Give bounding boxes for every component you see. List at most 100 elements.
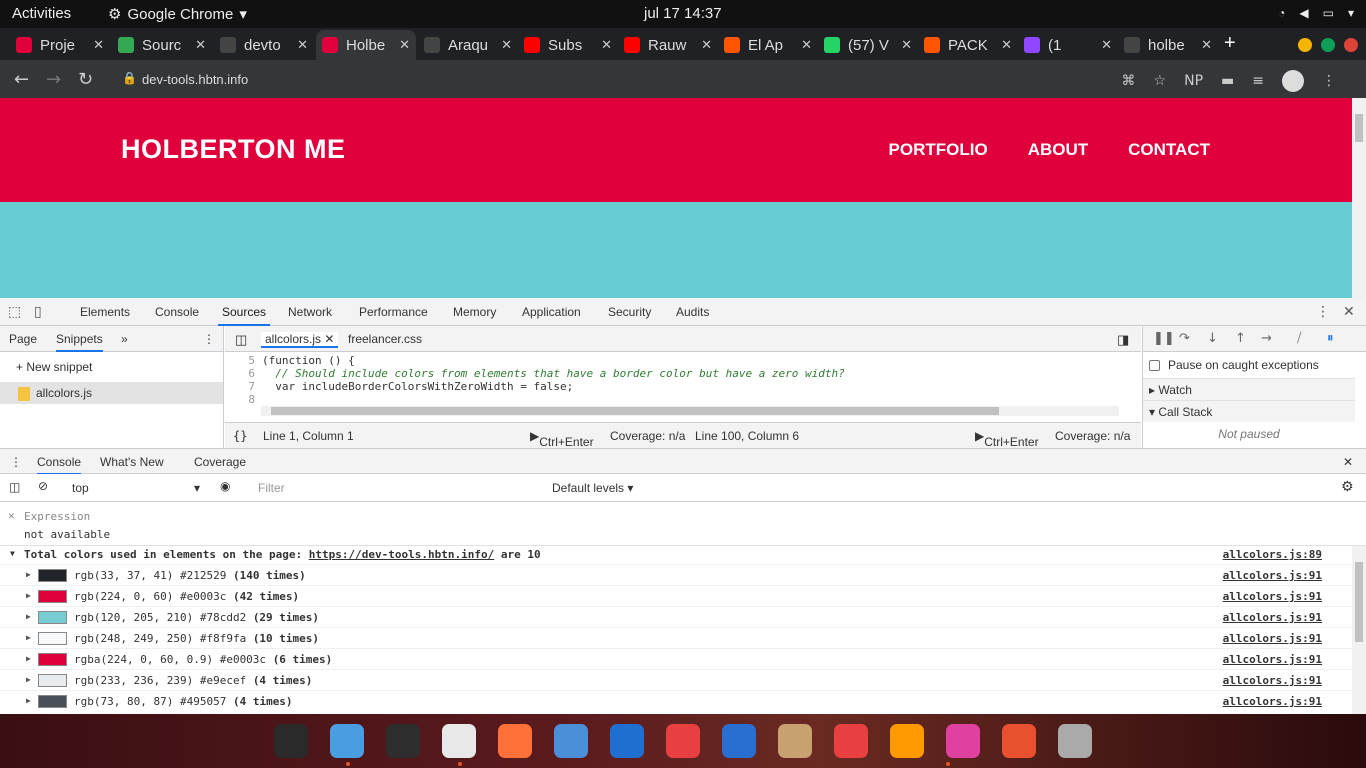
inspect-icon[interactable]: ⬚: [8, 304, 21, 320]
filter-input[interactable]: Filter: [248, 478, 544, 498]
browser-tab[interactable]: devto ✕: [214, 30, 314, 60]
drawer-tab-coverage[interactable]: Coverage: [194, 455, 246, 469]
close-tab-icon[interactable]: ✕: [1001, 37, 1012, 53]
close-tab-icon[interactable]: ✕: [1101, 37, 1112, 53]
new-tab-button[interactable]: +: [1224, 32, 1236, 55]
close-tab-icon[interactable]: ✕: [399, 37, 410, 53]
expand-icon[interactable]: ▶: [26, 570, 31, 579]
console-row[interactable]: ▶ rgb(224, 0, 60) #e0003c (42 times) allco…: [0, 585, 1352, 606]
console-group[interactable]: ▼ Total colors used in elements on the p…: [0, 546, 1352, 564]
editor-tab-allcolors[interactable]: allcolors.js ✕: [261, 332, 339, 348]
lock-icon[interactable]: 🔒: [122, 71, 137, 85]
back-icon[interactable]: ←: [14, 69, 29, 90]
toggle-debugger-icon[interactable]: ◨: [1117, 332, 1129, 348]
close-tab-icon[interactable]: ✕: [501, 37, 512, 53]
tab-application[interactable]: Application: [522, 305, 581, 319]
expression-label[interactable]: Expression: [24, 510, 90, 523]
close-tab-icon[interactable]: ✕: [601, 37, 612, 53]
installer-icon[interactable]: [778, 724, 812, 758]
run-snippet-button[interactable]: ▶ Ctrl+Enter: [530, 429, 594, 449]
console-row[interactable]: ▶ rgb(233, 236, 239) #e9ecef (4 times) all…: [0, 669, 1352, 690]
more-tabs-icon[interactable]: »: [121, 332, 128, 346]
profile-avatar[interactable]: [1282, 70, 1304, 92]
tab-audits[interactable]: Audits: [676, 305, 709, 319]
console-scrollbar[interactable]: [1352, 546, 1366, 714]
close-tab-icon[interactable]: ✕: [195, 37, 206, 53]
editor-tab-freelancer[interactable]: freelancer.css: [348, 332, 422, 346]
close-tab-icon[interactable]: ✕: [93, 37, 104, 53]
nav-contact[interactable]: CONTACT: [1128, 140, 1210, 160]
expand-icon[interactable]: ▶: [26, 633, 31, 642]
source-link[interactable]: allcolors.js:91: [1223, 632, 1322, 645]
console-row[interactable]: ▶ rgb(73, 80, 87) #495057 (4 times) allcol…: [0, 690, 1352, 711]
source-link[interactable]: allcolors.js:91: [1223, 611, 1322, 624]
source-link[interactable]: allcolors.js:91: [1223, 590, 1322, 603]
menu-icon[interactable]: ⋮: [1322, 73, 1336, 89]
np-extension[interactable]: NP: [1184, 73, 1203, 89]
drawer-tab-whats-new[interactable]: What's New: [100, 455, 164, 469]
extension-icon[interactable]: ▬: [1221, 73, 1234, 89]
writer-icon[interactable]: [722, 724, 756, 758]
amazon-icon[interactable]: [890, 724, 924, 758]
browser-tab[interactable]: (57) V ✕: [818, 30, 918, 60]
editor-hscrollbar[interactable]: [261, 406, 1119, 416]
activities-button[interactable]: Activities: [12, 5, 71, 22]
expand-icon[interactable]: ▶: [26, 612, 31, 621]
tab-snippets[interactable]: Snippets: [56, 332, 103, 352]
navigator-menu-icon[interactable]: ⋮: [203, 332, 215, 346]
call-stack-section[interactable]: ▾ Call Stack: [1143, 400, 1355, 422]
browser-tab[interactable]: El Ap ✕: [718, 30, 818, 60]
expand-icon[interactable]: ▶: [26, 654, 31, 663]
watch-section[interactable]: ▸ Watch: [1143, 378, 1355, 400]
browser-tab[interactable]: PACK ✕: [918, 30, 1018, 60]
firefox-icon[interactable]: [498, 724, 532, 758]
remove-expression-icon[interactable]: ✕: [8, 509, 15, 522]
tab-console[interactable]: Console: [155, 305, 199, 319]
expand-icon[interactable]: ▶: [26, 591, 31, 600]
minimize-button[interactable]: [1298, 38, 1312, 52]
close-tab-icon[interactable]: ✕: [1201, 37, 1212, 53]
run-snippet-button[interactable]: ▶ Ctrl+Enter: [975, 429, 1039, 449]
page-scrollbar[interactable]: [1352, 98, 1366, 298]
close-tab-icon[interactable]: ✕: [901, 37, 912, 53]
app-menu[interactable]: ⚙ Google Chrome ▾: [108, 5, 247, 24]
maximize-button[interactable]: [1321, 38, 1335, 52]
kebab-menu-icon[interactable]: ⋮: [1316, 304, 1330, 320]
drawer-tab-console[interactable]: Console: [37, 455, 82, 475]
thunderbird-icon[interactable]: [554, 724, 588, 758]
nav-portfolio[interactable]: PORTFOLIO: [889, 140, 988, 160]
expand-icon[interactable]: ▶: [26, 696, 31, 705]
browser-tab[interactable]: Rauw ✕: [618, 30, 718, 60]
toggle-navigator-icon[interactable]: ◫: [235, 332, 247, 348]
star-icon[interactable]: ☆: [1154, 73, 1167, 89]
close-tab-icon[interactable]: ✕: [801, 37, 812, 53]
step-into-icon[interactable]: ↓: [1207, 331, 1218, 346]
close-tab-icon[interactable]: ✕: [701, 37, 712, 53]
browser-tab[interactable]: Araqu ✕: [418, 30, 518, 60]
scrollbar-thumb[interactable]: [271, 407, 999, 415]
browser-tab[interactable]: Subs ✕: [518, 30, 618, 60]
drawer-menu-icon[interactable]: ⋮: [10, 455, 22, 469]
media-icon[interactable]: ≡: [1252, 73, 1264, 89]
finder-icon[interactable]: [330, 724, 364, 758]
reload-icon[interactable]: ↻: [78, 69, 93, 90]
pause-on-exceptions-icon[interactable]: ⏸: [1327, 331, 1334, 346]
source-link[interactable]: allcolors.js:89: [1223, 548, 1322, 561]
close-devtools-icon[interactable]: ✕: [1343, 304, 1355, 320]
video-editor-icon[interactable]: [946, 724, 980, 758]
browser-tab[interactable]: Holbe ✕: [316, 30, 416, 60]
tab-network[interactable]: Network: [288, 305, 332, 319]
phone-icon[interactable]: [1002, 724, 1036, 758]
chrome-icon[interactable]: [442, 724, 476, 758]
app-grid-icon[interactable]: [274, 724, 308, 758]
site-title[interactable]: HOLBERTON ME: [121, 134, 346, 165]
tab-security[interactable]: Security: [608, 305, 651, 319]
code-line[interactable]: var includeBorderColorsWithZeroWidth = f…: [262, 380, 573, 393]
new-snippet-button[interactable]: + New snippet: [16, 360, 92, 374]
address-bar[interactable]: dev-tools.hbtn.info: [142, 72, 248, 87]
step-icon[interactable]: →: [1261, 331, 1272, 346]
code-area[interactable]: 5 (function () { 6 // Should include col…: [225, 352, 1141, 404]
forward-icon[interactable]: →: [46, 69, 61, 90]
tab-performance[interactable]: Performance: [359, 305, 428, 319]
scrollbar-thumb[interactable]: [1355, 562, 1363, 642]
